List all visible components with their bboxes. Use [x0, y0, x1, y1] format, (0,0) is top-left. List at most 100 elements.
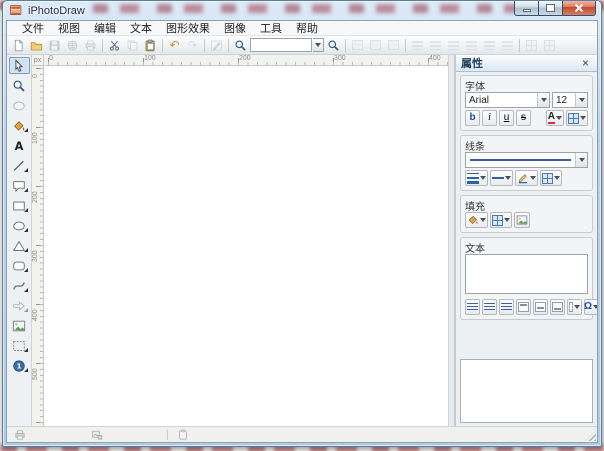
open-button[interactable]	[28, 37, 45, 53]
text-valign-middle-button[interactable]	[533, 299, 548, 315]
line-tool[interactable]	[9, 157, 30, 174]
layout-button-3[interactable]	[385, 37, 402, 53]
cut-button[interactable]	[106, 37, 123, 53]
copy-button[interactable]	[124, 37, 141, 53]
text-valign-bottom-button[interactable]	[550, 299, 565, 315]
status-image-button[interactable]	[89, 428, 105, 442]
numbering-tool[interactable]	[9, 357, 30, 374]
align-center-button[interactable]	[427, 37, 444, 53]
zoom-tool[interactable]	[9, 77, 30, 94]
font-family-select[interactable]: Arial	[465, 92, 550, 108]
screenshot-icon	[12, 339, 26, 353]
text-align-center-button[interactable]	[482, 299, 497, 315]
new-button[interactable]	[10, 37, 27, 53]
text-align-right-button[interactable]	[499, 299, 514, 315]
status-print-button[interactable]	[12, 428, 28, 442]
align-bottom-button[interactable]	[499, 37, 516, 53]
italic-button[interactable]: i	[482, 110, 497, 126]
callout-tool[interactable]	[9, 177, 30, 194]
menu-effects[interactable]: 图形效果	[159, 20, 217, 36]
rectangle-tool[interactable]	[9, 197, 30, 214]
toolbar-separator	[345, 39, 346, 52]
align-right-button[interactable]	[445, 37, 462, 53]
dropdown-icon	[556, 116, 562, 123]
publish-button[interactable]	[64, 37, 81, 53]
layout-button-1[interactable]	[349, 37, 366, 53]
dropdown-icon	[315, 43, 321, 50]
dropdown-button[interactable]	[575, 93, 587, 107]
canvas-zone: px 0 100 200 300 400 0 100 200 300	[32, 55, 448, 426]
line-dash-button[interactable]	[490, 170, 513, 186]
ruler-label: 100	[144, 55, 156, 62]
text-align-left-button[interactable]	[465, 299, 480, 315]
align-top-button[interactable]	[463, 37, 480, 53]
text-input[interactable]	[465, 254, 588, 294]
strikethrough-button[interactable]: s	[516, 110, 531, 126]
save-button[interactable]	[46, 37, 63, 53]
ellipse-tool[interactable]	[9, 217, 30, 234]
triangle-tool[interactable]	[9, 237, 30, 254]
menu-file[interactable]: 文件	[15, 20, 51, 36]
status-clipboard-button[interactable]	[175, 428, 191, 442]
symbol-button[interactable]: Ω	[584, 299, 598, 315]
arrow-shape-tool[interactable]	[9, 297, 30, 314]
undo-button[interactable]: ↶	[166, 37, 183, 53]
underline-button[interactable]: u	[499, 110, 514, 126]
fill-image-button[interactable]	[514, 212, 530, 228]
grid-button-2[interactable]	[541, 37, 558, 53]
minimize-button[interactable]	[514, 1, 539, 16]
align-left-button[interactable]	[409, 37, 426, 53]
zoom-search-button[interactable]	[325, 37, 342, 53]
rounded-rect-tool[interactable]	[9, 257, 30, 274]
print-button[interactable]	[82, 37, 99, 53]
fill-tool[interactable]	[9, 117, 30, 134]
text-tool[interactable]	[9, 137, 30, 154]
fill-table-button[interactable]	[490, 212, 512, 228]
text-valign-top-button[interactable]	[516, 299, 531, 315]
curve-tool[interactable]	[9, 277, 30, 294]
image-tool[interactable]	[9, 317, 30, 334]
resize-grip[interactable]	[585, 430, 596, 441]
ellipse-icon	[12, 99, 26, 113]
close-button[interactable]	[563, 1, 596, 16]
title-bar[interactable]: iPhotoDraw	[3, 1, 601, 20]
zoom-input[interactable]	[250, 38, 312, 52]
maximize-button[interactable]	[539, 1, 563, 16]
font-style-table-button[interactable]	[566, 110, 588, 126]
align-left-icon	[467, 303, 478, 312]
pointer-tool[interactable]	[9, 57, 30, 74]
grid-button-1[interactable]	[523, 37, 540, 53]
panel-close-button[interactable]: ×	[579, 57, 592, 69]
paste-button[interactable]	[142, 37, 159, 53]
shape-select-tool[interactable]	[9, 97, 30, 114]
redo-button[interactable]: ↷	[184, 37, 201, 53]
menu-text[interactable]: 文本	[123, 20, 159, 36]
zoom-button[interactable]	[232, 37, 249, 53]
menu-tools[interactable]: 工具	[253, 20, 289, 36]
align-middle-button[interactable]	[481, 37, 498, 53]
bold-button[interactable]: b	[465, 110, 480, 126]
fill-color-button[interactable]	[465, 212, 488, 228]
menu-view[interactable]: 视图	[51, 20, 87, 36]
line-color-button[interactable]	[515, 170, 538, 186]
line-table-button[interactable]	[540, 170, 562, 186]
font-size-select[interactable]: 12	[552, 92, 588, 108]
table-icon	[492, 215, 503, 226]
menu-image[interactable]: 图像	[217, 20, 253, 36]
menu-help[interactable]: 帮助	[289, 20, 325, 36]
screenshot-tool[interactable]	[9, 337, 30, 354]
dropdown-button[interactable]	[537, 93, 549, 107]
edit-button[interactable]	[208, 37, 225, 53]
text-box-button[interactable]	[567, 299, 582, 315]
font-color-button[interactable]: A	[546, 110, 564, 126]
line-style-select[interactable]	[465, 152, 588, 168]
panel-splitter[interactable]	[448, 55, 455, 426]
dropdown-button[interactable]	[575, 153, 587, 167]
drawing-canvas[interactable]	[44, 66, 448, 426]
line-width-button[interactable]	[465, 170, 488, 186]
zoom-dropdown-button[interactable]	[313, 38, 324, 52]
menu-edit[interactable]: 编辑	[87, 20, 123, 36]
layout-button-2[interactable]	[367, 37, 384, 53]
redo-icon: ↷	[187, 39, 197, 51]
line-group-label: 线条	[465, 138, 588, 150]
